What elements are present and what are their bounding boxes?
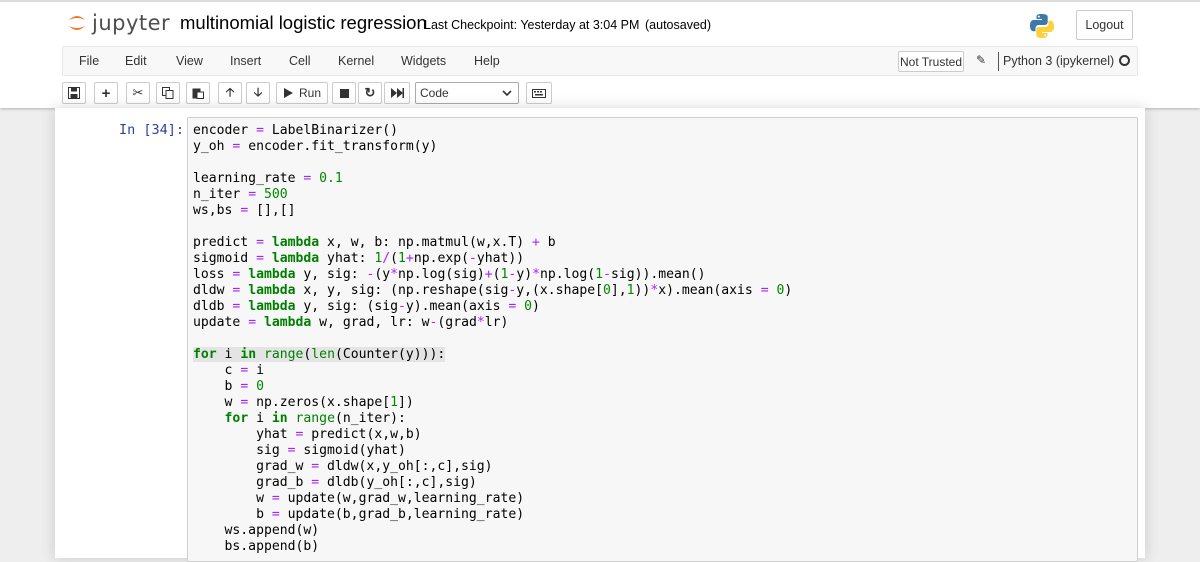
menubar: File Edit View Insert Cell Kernel Widget…: [62, 46, 1138, 76]
arrow-up-icon: 🡡: [225, 84, 235, 99]
menu-cell[interactable]: Cell: [289, 54, 311, 68]
arrow-down-icon: 🡣: [253, 84, 263, 99]
logo-text: jupyter: [92, 11, 171, 35]
restart-icon: ↻: [364, 85, 376, 100]
code-cell-editor[interactable]: encoder = LabelBinarizer() y_oh = encode…: [187, 117, 1138, 562]
kernel-idle-indicator-icon: [1119, 55, 1130, 66]
notebook-container: In [34]: encoder = LabelBinarizer() y_oh…: [55, 108, 1145, 562]
menu-help[interactable]: Help: [474, 54, 500, 68]
pencil-icon[interactable]: ✎: [976, 53, 986, 67]
cell-type-value: Code: [420, 86, 449, 100]
highlighted-line: for i in range(len(Counter(y))):: [193, 347, 446, 362]
menu-widgets[interactable]: Widgets: [401, 54, 446, 68]
restart-run-all-button[interactable]: [384, 82, 410, 104]
play-icon: [284, 88, 293, 98]
copy-icon: [162, 87, 174, 99]
chevron-down-icon: [502, 90, 512, 97]
autosave-status: (autosaved): [645, 18, 712, 32]
logout-button[interactable]: Logout: [1076, 10, 1133, 40]
checkpoint-status: Last Checkpoint: Yesterday at 3:04 PM: [424, 18, 640, 32]
run-button[interactable]: Run: [276, 82, 328, 104]
cell-type-select[interactable]: Code: [415, 82, 519, 104]
save-icon: [68, 87, 80, 99]
not-trusted-button[interactable]: Not Trusted: [898, 51, 964, 72]
notebook-name[interactable]: multinomial logistic regression: [180, 12, 427, 34]
run-label: Run: [299, 86, 322, 100]
cut-button[interactable]: ✂: [126, 82, 150, 104]
copy-button[interactable]: [156, 82, 180, 104]
stop-icon: [339, 88, 349, 98]
menu-view[interactable]: View: [176, 54, 203, 68]
keyboard-icon: [532, 88, 546, 98]
python-logo-icon: [1028, 12, 1056, 40]
code-text[interactable]: encoder = LabelBinarizer() y_oh = encode…: [193, 123, 792, 555]
kernel-name: Python 3 (ipykernel): [1003, 54, 1115, 68]
notebook-header: jupyter multinomial logistic regression …: [0, 0, 1200, 108]
plus-icon: +: [101, 84, 111, 102]
cut-icon: ✂: [132, 85, 144, 100]
insert-cell-button[interactable]: +: [94, 82, 118, 104]
jupyter-logo-icon: [66, 12, 88, 34]
menu-edit[interactable]: Edit: [125, 54, 147, 68]
menu-insert[interactable]: Insert: [230, 54, 261, 68]
fast-forward-icon: [390, 88, 404, 98]
save-button[interactable]: [62, 82, 86, 104]
move-up-button[interactable]: 🡡: [218, 82, 242, 104]
menu-file[interactable]: File: [79, 54, 99, 68]
header-container: jupyter multinomial logistic regression …: [0, 4, 1200, 44]
interrupt-button[interactable]: [332, 82, 356, 104]
command-palette-button[interactable]: [526, 82, 552, 104]
menu-kernel[interactable]: Kernel: [338, 54, 374, 68]
toolbar: + ✂ 🡡 🡣 Run ↻ Code: [62, 80, 1138, 108]
paste-icon: [192, 88, 204, 99]
kernel-divider: [998, 52, 999, 71]
restart-button[interactable]: ↻: [358, 82, 382, 104]
jupyter-logo[interactable]: jupyter: [66, 10, 170, 36]
paste-button[interactable]: [186, 82, 210, 104]
move-down-button[interactable]: 🡣: [246, 82, 270, 104]
